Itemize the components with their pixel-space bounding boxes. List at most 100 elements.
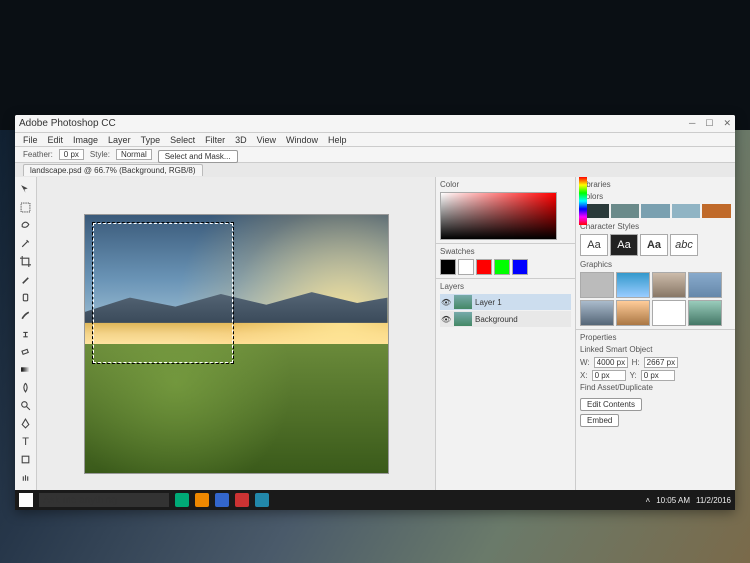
- options-bar: Feather: 0 px Style: Normal Select and M…: [15, 147, 735, 163]
- width-input[interactable]: [594, 357, 628, 368]
- blur-tool-icon[interactable]: [18, 379, 34, 395]
- eraser-tool-icon[interactable]: [18, 343, 34, 359]
- type-style[interactable]: abc: [670, 234, 698, 256]
- start-icon[interactable]: [19, 493, 33, 507]
- layer-thumb: [454, 312, 472, 326]
- find-asset-label: Find Asset/Duplicate: [580, 383, 731, 392]
- lib-graphic[interactable]: [652, 300, 686, 326]
- x-input[interactable]: [592, 370, 626, 381]
- tools-panel: T: [15, 177, 37, 510]
- move-tool-icon[interactable]: [18, 181, 34, 197]
- lib-color[interactable]: [672, 204, 701, 218]
- lib-color[interactable]: [702, 204, 731, 218]
- type-style[interactable]: Aa: [610, 234, 638, 256]
- shape-tool-icon[interactable]: [18, 451, 34, 467]
- taskbar-app-icon[interactable]: [175, 493, 189, 507]
- lib-color[interactable]: [641, 204, 670, 218]
- layer-row[interactable]: 👁 Layer 1: [440, 294, 571, 310]
- y-input[interactable]: [641, 370, 675, 381]
- swatch[interactable]: [494, 259, 510, 275]
- layer-name: Layer 1: [475, 298, 502, 307]
- type-style[interactable]: Aa: [640, 234, 668, 256]
- search-placeholder: Ask me anything: [43, 495, 117, 506]
- color-picker[interactable]: [440, 192, 557, 240]
- color-panel-title: Color: [440, 180, 557, 189]
- close-button[interactable]: ✕: [723, 118, 731, 129]
- lib-graphic[interactable]: [580, 272, 614, 298]
- select-mask-button[interactable]: Select and Mask...: [158, 150, 238, 163]
- menu-edit[interactable]: Edit: [48, 135, 64, 145]
- swatch[interactable]: [512, 259, 528, 275]
- lib-graphic[interactable]: [580, 300, 614, 326]
- menu-layer[interactable]: Layer: [108, 135, 131, 145]
- clock-date[interactable]: 11/2/2016: [696, 496, 731, 505]
- wand-tool-icon[interactable]: [18, 235, 34, 251]
- menu-window[interactable]: Window: [286, 135, 318, 145]
- taskbar-app-icon[interactable]: [235, 493, 249, 507]
- canvas-area[interactable]: [37, 177, 435, 510]
- x-label: X:: [580, 371, 588, 380]
- menu-type[interactable]: Type: [141, 135, 161, 145]
- feather-value[interactable]: 0 px: [59, 149, 84, 160]
- menu-filter[interactable]: Filter: [205, 135, 225, 145]
- crop-tool-icon[interactable]: [18, 253, 34, 269]
- eyedropper-tool-icon[interactable]: [18, 271, 34, 287]
- type-style[interactable]: Aa: [580, 234, 608, 256]
- document-tab[interactable]: landscape.psd @ 66.7% (Background, RGB/8…: [23, 164, 203, 176]
- height-input[interactable]: [644, 357, 678, 368]
- lib-graphic[interactable]: [688, 300, 722, 326]
- lib-graphics-label: Graphics: [580, 260, 731, 269]
- hue-slider[interactable]: [579, 177, 587, 225]
- dodge-tool-icon[interactable]: [18, 397, 34, 413]
- taskbar-app-icon[interactable]: [215, 493, 229, 507]
- stamp-tool-icon[interactable]: [18, 325, 34, 341]
- properties-title: Properties: [580, 333, 731, 342]
- lib-color[interactable]: [611, 204, 640, 218]
- minimize-button[interactable]: ─: [689, 118, 695, 129]
- taskbar-app-icon[interactable]: [195, 493, 209, 507]
- menu-file[interactable]: File: [23, 135, 38, 145]
- gradient-tool-icon[interactable]: [18, 361, 34, 377]
- w-label: W:: [580, 358, 590, 367]
- cortana-search[interactable]: Ask me anything: [39, 493, 169, 507]
- brush-tool-icon[interactable]: [18, 307, 34, 323]
- hand-tool-icon[interactable]: [18, 469, 34, 485]
- lib-graphic[interactable]: [616, 300, 650, 326]
- lib-char-label: Character Styles: [580, 222, 731, 231]
- color-panel: Color: [436, 177, 575, 244]
- visibility-icon[interactable]: 👁: [441, 315, 451, 324]
- app-window: Adobe Photoshop CC ─ ☐ ✕ File Edit Image…: [15, 115, 735, 510]
- windows-taskbar: Ask me anything ˄ 10:05 AM 11/2/2016: [15, 490, 735, 510]
- style-value[interactable]: Normal: [116, 149, 152, 160]
- menu-3d[interactable]: 3D: [235, 135, 247, 145]
- lib-graphic[interactable]: [616, 272, 650, 298]
- visibility-icon[interactable]: 👁: [441, 298, 451, 307]
- layer-name: Background: [475, 315, 518, 324]
- swatches-title: Swatches: [440, 247, 571, 256]
- lib-graphic[interactable]: [688, 272, 722, 298]
- heal-tool-icon[interactable]: [18, 289, 34, 305]
- marquee-tool-icon[interactable]: [18, 199, 34, 215]
- menu-view[interactable]: View: [257, 135, 276, 145]
- libraries-title: Libraries: [580, 180, 731, 189]
- swatch[interactable]: [476, 259, 492, 275]
- edit-contents-button[interactable]: Edit Contents: [580, 398, 642, 411]
- swatch[interactable]: [458, 259, 474, 275]
- maximize-button[interactable]: ☐: [705, 118, 713, 129]
- feather-label: Feather:: [23, 150, 53, 159]
- pen-tool-icon[interactable]: [18, 415, 34, 431]
- taskbar-app-icon[interactable]: [255, 493, 269, 507]
- clock-time[interactable]: 10:05 AM: [656, 496, 690, 505]
- embed-button[interactable]: Embed: [580, 414, 619, 427]
- tray-chevron-icon[interactable]: ˄: [646, 496, 651, 505]
- layer-row[interactable]: 👁 Background: [440, 311, 571, 327]
- menu-image[interactable]: Image: [73, 135, 98, 145]
- swatch[interactable]: [440, 259, 456, 275]
- lib-graphic[interactable]: [652, 272, 686, 298]
- layers-panel: Layers 👁 Layer 1 👁 Background: [436, 279, 575, 510]
- menu-select[interactable]: Select: [170, 135, 195, 145]
- properties-panel: Properties Linked Smart Object W: H: X: …: [576, 330, 735, 510]
- menu-help[interactable]: Help: [328, 135, 347, 145]
- lasso-tool-icon[interactable]: [18, 217, 34, 233]
- type-tool-icon[interactable]: T: [18, 433, 34, 449]
